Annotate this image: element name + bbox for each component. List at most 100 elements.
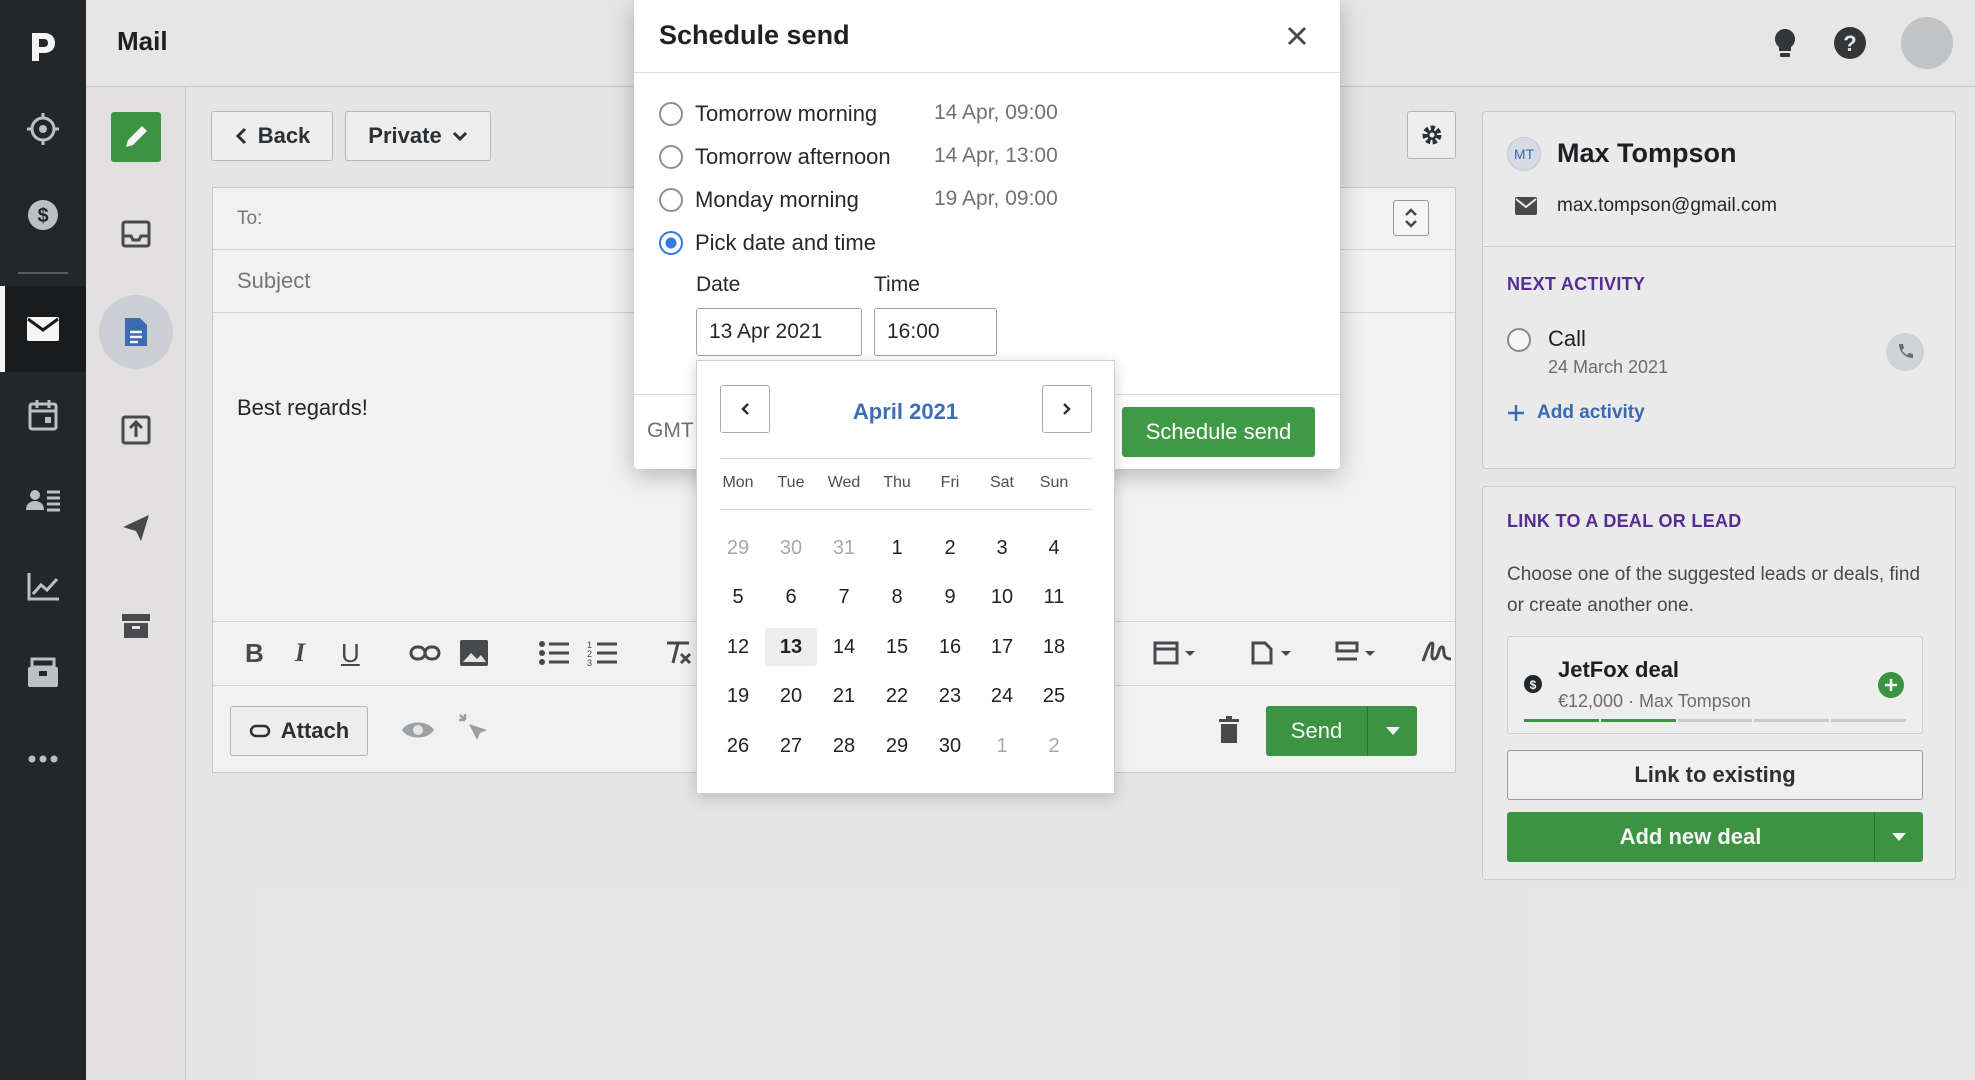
send-button[interactable]: Send	[1266, 706, 1368, 756]
more-dots-icon[interactable]	[0, 716, 86, 802]
deals-dollar-icon[interactable]: $	[0, 172, 86, 258]
calendar-day[interactable]: 23	[924, 678, 976, 716]
option-tomorrow-afternoon[interactable]: Tomorrow afternoon	[659, 142, 891, 172]
calendar-day[interactable]: 10	[976, 579, 1028, 617]
radio-pick-date-time[interactable]	[659, 231, 683, 255]
calendar-day[interactable]: 26	[712, 727, 764, 765]
compose-pencil-icon[interactable]	[111, 112, 161, 162]
calendar-day[interactable]: 1	[871, 529, 923, 567]
back-button[interactable]: Back	[211, 111, 333, 161]
image-icon[interactable]	[459, 639, 489, 667]
calendar-day[interactable]: 9	[924, 579, 976, 617]
calendar-day[interactable]: 20	[765, 678, 817, 716]
option-monday-morning[interactable]: Monday morning	[659, 185, 859, 215]
schedule-send-button[interactable]: Schedule send	[1122, 407, 1315, 457]
calendar-day[interactable]: 29	[712, 529, 764, 567]
contacts-card-icon[interactable]	[0, 458, 86, 544]
mail-envelope-icon[interactable]	[0, 286, 86, 372]
link-existing-button[interactable]: Link to existing	[1507, 750, 1923, 800]
pipedrive-logo-icon[interactable]	[0, 0, 86, 86]
calendar-day[interactable]: 2	[1028, 727, 1080, 765]
insert-template-icon[interactable]	[1249, 639, 1293, 667]
tracking-eye-icon[interactable]	[401, 719, 435, 741]
italic-icon[interactable]: I	[295, 638, 305, 668]
insert-date-icon[interactable]	[1153, 639, 1197, 667]
calendar-day[interactable]: 5	[712, 579, 764, 617]
link-tracking-cursor-icon[interactable]	[457, 712, 491, 746]
calendar-day[interactable]: 30	[924, 727, 976, 765]
radio-tomorrow-afternoon[interactable]	[659, 145, 683, 169]
date-input[interactable]: 13 Apr 2021	[696, 308, 862, 356]
insert-field-icon[interactable]	[1333, 639, 1377, 667]
sent-paper-plane-icon[interactable]	[99, 491, 173, 565]
settings-gear-button[interactable]	[1407, 111, 1456, 159]
calendar-day[interactable]: 17	[976, 628, 1028, 666]
products-box-icon[interactable]	[0, 630, 86, 716]
numbered-list-icon[interactable]: 123	[587, 640, 617, 666]
calendar-day[interactable]: 30	[765, 529, 817, 567]
leads-target-icon[interactable]	[0, 86, 86, 172]
calendar-day[interactable]: 27	[765, 727, 817, 765]
calendar-day[interactable]: 28	[818, 727, 870, 765]
add-new-deal-button[interactable]: Add new deal	[1507, 812, 1875, 862]
send-options-caret-icon[interactable]	[1368, 706, 1417, 756]
user-avatar[interactable]	[1901, 17, 1953, 69]
add-activity-link[interactable]: Add activity	[1507, 402, 1645, 424]
calendar-day[interactable]: 7	[818, 579, 870, 617]
calendar-day[interactable]: 8	[871, 579, 923, 617]
bullet-list-icon[interactable]	[539, 640, 569, 666]
help-question-icon[interactable]: ?	[1831, 24, 1869, 62]
trash-icon[interactable]	[1218, 716, 1240, 744]
underline-icon[interactable]: U	[341, 638, 360, 669]
lightbulb-icon[interactable]	[1766, 24, 1804, 62]
clear-formatting-icon[interactable]	[663, 640, 693, 666]
calendar-day[interactable]: 22	[871, 678, 923, 716]
radio-monday-morning[interactable]	[659, 188, 683, 212]
add-deal-options-caret-icon[interactable]	[1875, 812, 1923, 862]
calendar-day[interactable]: 14	[818, 628, 870, 666]
calendar-day[interactable]: 21	[818, 678, 870, 716]
calendar-day[interactable]: 25	[1028, 678, 1080, 716]
add-deal-plus-icon[interactable]	[1878, 672, 1904, 698]
calendar-day[interactable]: 16	[924, 628, 976, 666]
calendar-day[interactable]: 29	[871, 727, 923, 765]
calendar-day[interactable]: 1	[976, 727, 1028, 765]
option-tomorrow-morning[interactable]: Tomorrow morning	[659, 99, 877, 129]
contact-email[interactable]: max.tompson@gmail.com	[1557, 195, 1777, 217]
calendar-day[interactable]: 19	[712, 678, 764, 716]
recipients-expand-icon[interactable]	[1393, 200, 1429, 236]
calendar-day[interactable]: 13	[765, 628, 817, 666]
attach-button[interactable]: Attach	[230, 706, 368, 756]
suggested-deal-item[interactable]: $ JetFox deal €12,000 · Max Tompson	[1507, 636, 1923, 734]
calendar-day[interactable]: 15	[871, 628, 923, 666]
calendar-day[interactable]: 2	[924, 529, 976, 567]
option-pick-date-time[interactable]: Pick date and time	[659, 228, 876, 258]
archive-box-icon[interactable]	[99, 589, 173, 663]
calendar-day[interactable]: 24	[976, 678, 1028, 716]
phone-icon[interactable]	[1886, 333, 1924, 371]
inbox-tray-icon[interactable]	[99, 197, 173, 271]
message-body[interactable]: Best regards!	[237, 395, 368, 421]
activity-title[interactable]: Call	[1548, 326, 1586, 352]
close-icon[interactable]	[1287, 26, 1307, 46]
calendar-day[interactable]: 18	[1028, 628, 1080, 666]
radio-tomorrow-morning[interactable]	[659, 102, 683, 126]
link-icon[interactable]	[409, 642, 441, 664]
timezone-select[interactable]: GMT	[647, 419, 694, 443]
calendar-day[interactable]: 11	[1028, 579, 1080, 617]
time-input[interactable]: 16:00	[874, 308, 997, 356]
calendar-day[interactable]: 12	[712, 628, 764, 666]
calendar-day[interactable]: 4	[1028, 529, 1080, 567]
outbox-upload-icon[interactable]	[99, 393, 173, 467]
calendar-icon[interactable]	[0, 372, 86, 458]
calendar-day[interactable]: 3	[976, 529, 1028, 567]
insights-chart-icon[interactable]	[0, 544, 86, 630]
visibility-select[interactable]: Private	[345, 111, 491, 161]
bold-icon[interactable]: B	[245, 638, 264, 669]
calendar-day[interactable]: 31	[818, 529, 870, 567]
signature-icon[interactable]	[1421, 639, 1453, 665]
activity-done-checkbox[interactable]	[1507, 328, 1531, 352]
next-month-button[interactable]	[1042, 385, 1092, 433]
calendar-day[interactable]: 6	[765, 579, 817, 617]
contact-name[interactable]: Max Tompson	[1557, 138, 1737, 169]
